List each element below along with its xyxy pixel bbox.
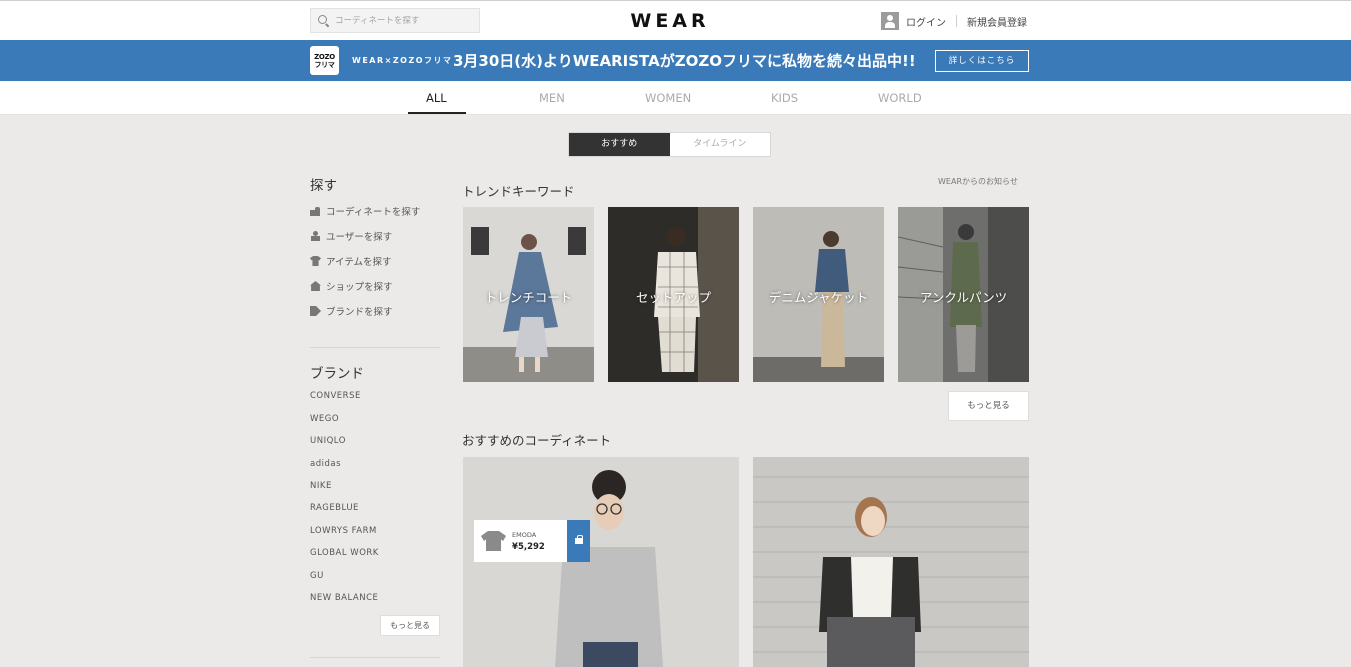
trend-card[interactable]: デニムジャケット bbox=[753, 207, 884, 382]
trend-label: トレンチコート bbox=[484, 290, 573, 305]
toggle-recommended[interactable]: おすすめ bbox=[569, 133, 670, 156]
coordinate-card[interactable]: EMODA ¥5,292 bbox=[463, 457, 739, 667]
search-heading: 探す bbox=[310, 178, 337, 194]
brand-link[interactable]: WEGO bbox=[310, 414, 339, 424]
tab-kids[interactable]: KIDS bbox=[771, 91, 798, 105]
tab-all[interactable]: ALL bbox=[426, 91, 447, 105]
header: WEAR ログイン 新規会員登録 bbox=[0, 1, 1351, 40]
register-link[interactable]: 新規会員登録 bbox=[967, 14, 1027, 29]
search-input[interactable] bbox=[335, 15, 475, 26]
user-icon bbox=[310, 231, 321, 241]
zozo-furima-icon: ZOZO フリマ bbox=[310, 46, 339, 75]
banner-message: 3月30日(水)よりWEARISTAがZOZOフリマに私物を続々出品中!! bbox=[453, 52, 916, 70]
tshirt-icon bbox=[310, 256, 321, 266]
banner-brand: WEAR×ZOZOフリマ bbox=[352, 56, 453, 65]
brand-link[interactable]: CONVERSE bbox=[310, 391, 361, 401]
sidebar-divider bbox=[310, 347, 440, 348]
item-price: ¥5,292 bbox=[512, 542, 545, 552]
sidebar-item-brand[interactable]: ブランドを探す bbox=[310, 304, 393, 318]
promo-banner[interactable]: ZOZO フリマ WEAR×ZOZOフリマ 3月30日(水)よりWEARISTA… bbox=[0, 40, 1351, 81]
toggle-timeline[interactable]: タイムライン bbox=[670, 133, 771, 156]
account-links: ログイン 新規会員登録 bbox=[881, 12, 1027, 30]
user-icon bbox=[881, 12, 899, 30]
category-nav: ALL MEN WOMEN KIDS WORLD bbox=[0, 81, 1351, 115]
trend-card[interactable]: セットアップ bbox=[608, 207, 739, 382]
sidebar-item-coordinate[interactable]: コーディネートを探す bbox=[310, 204, 420, 218]
brand-link[interactable]: NEW BALANCE bbox=[310, 593, 378, 603]
feed-toggle: おすすめ タイムライン bbox=[568, 132, 771, 157]
wear-logo[interactable]: WEAR bbox=[560, 10, 780, 32]
item-brand: EMODA bbox=[512, 531, 537, 539]
brand-link[interactable]: RAGEBLUE bbox=[310, 503, 359, 513]
banner-details-button[interactable]: 詳しくはこちら bbox=[935, 50, 1029, 72]
brand-more-button[interactable]: もっと見る bbox=[380, 615, 440, 636]
coordinate-photo bbox=[753, 457, 1029, 667]
wear-notice-link[interactable]: WEARからのお知らせ bbox=[938, 176, 1018, 187]
coordinate-photo bbox=[463, 457, 739, 667]
sidebar-item-item[interactable]: アイテムを探す bbox=[310, 254, 392, 268]
trend-card[interactable]: アンクルパンツ bbox=[898, 207, 1029, 382]
login-link[interactable]: ログイン bbox=[906, 14, 946, 29]
item-tag-info: EMODA ¥5,292 bbox=[512, 520, 567, 562]
sidebar-item-user[interactable]: ユーザーを探す bbox=[310, 229, 392, 243]
sidebar-divider bbox=[310, 657, 440, 658]
recommended-coordinates-title: おすすめのコーディネート bbox=[462, 433, 612, 448]
tag-icon bbox=[310, 306, 321, 316]
brand-link[interactable]: GU bbox=[310, 571, 324, 581]
brand-link[interactable]: adidas bbox=[310, 459, 341, 469]
search-icon bbox=[318, 14, 330, 27]
brand-link[interactable]: NIKE bbox=[310, 481, 332, 491]
trend-keywords-title: トレンドキーワード bbox=[462, 184, 575, 199]
tab-women[interactable]: WOMEN bbox=[645, 91, 691, 105]
brand-link[interactable]: UNIQLO bbox=[310, 436, 346, 446]
trend-label: セットアップ bbox=[635, 290, 711, 305]
cart-icon[interactable] bbox=[566, 520, 591, 562]
trend-label: デニムジャケット bbox=[768, 290, 869, 305]
sidebar-item-shop[interactable]: ショップを探す bbox=[310, 279, 393, 293]
item-tag[interactable]: EMODA ¥5,292 bbox=[474, 520, 591, 562]
tab-men[interactable]: MEN bbox=[539, 91, 565, 105]
coordinate-card[interactable] bbox=[753, 457, 1029, 667]
tab-world[interactable]: WORLD bbox=[878, 91, 922, 105]
active-tab-indicator bbox=[408, 112, 466, 114]
brand-heading: ブランド bbox=[310, 366, 364, 382]
brand-link[interactable]: GLOBAL WORK bbox=[310, 548, 379, 558]
item-thumbnail-icon bbox=[481, 531, 507, 551]
search-box[interactable] bbox=[310, 8, 480, 33]
divider bbox=[956, 15, 957, 27]
coordinate-icon bbox=[310, 206, 321, 216]
brand-link[interactable]: LOWRYS FARM bbox=[310, 526, 377, 536]
shop-icon bbox=[310, 281, 321, 291]
trend-more-button[interactable]: もっと見る bbox=[948, 391, 1029, 421]
trend-label: アンクルパンツ bbox=[919, 290, 1008, 305]
trend-card[interactable]: トレンチコート bbox=[463, 207, 594, 382]
